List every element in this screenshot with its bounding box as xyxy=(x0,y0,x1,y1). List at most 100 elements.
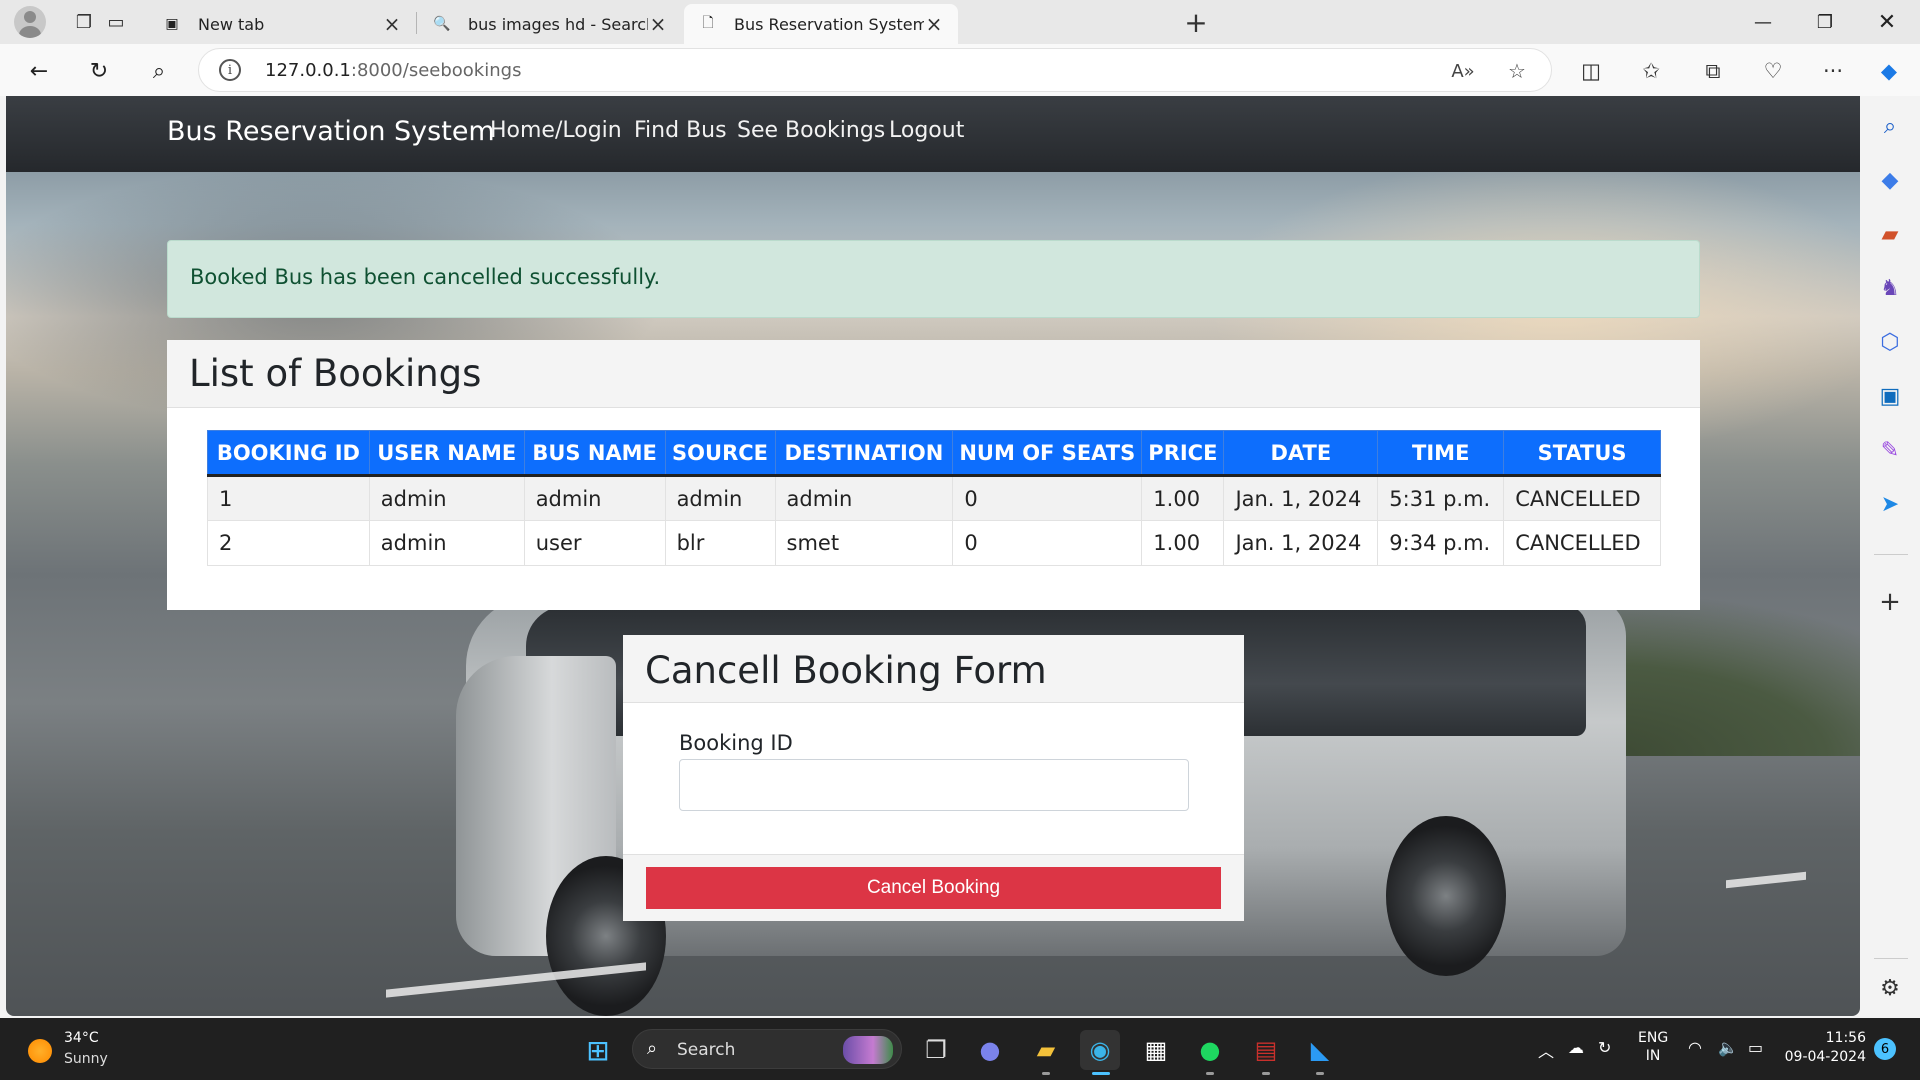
weather-condition[interactable]: Sunny xyxy=(64,1051,108,1067)
table-header-row: BOOKING ID USER NAME BUS NAME SOURCE DES… xyxy=(207,430,1661,476)
success-alert: Booked Bus has been cancelled successful… xyxy=(167,240,1700,318)
collections-icon[interactable]: ⧉ xyxy=(1696,54,1730,88)
notification-badge[interactable]: 6 xyxy=(1874,1038,1896,1060)
profile-avatar-icon[interactable] xyxy=(14,6,46,38)
microsoft-store-icon[interactable]: ▦ xyxy=(1136,1030,1176,1070)
settings-gear-icon[interactable]: ⚙ xyxy=(1874,972,1906,1004)
microsoft-365-icon[interactable]: ⬡ xyxy=(1874,326,1906,358)
taskbar-search-label: Search xyxy=(677,1040,736,1060)
read-aloud-icon[interactable]: A» xyxy=(1449,57,1477,85)
games-icon[interactable]: ♞ xyxy=(1874,272,1906,304)
close-tab-icon[interactable]: × xyxy=(382,12,402,36)
cell-num-of-seats: 0 xyxy=(952,520,1143,566)
favorites-icon[interactable]: ✩ xyxy=(1634,54,1668,88)
table-row: 1 admin admin admin admin 0 1.00 Jan. 1,… xyxy=(207,475,1661,521)
copilot-icon[interactable]: ◆ xyxy=(1872,54,1906,88)
outlook-icon[interactable]: ▣ xyxy=(1874,380,1906,412)
windows-start-icon[interactable]: ⊞ xyxy=(578,1030,618,1070)
address-bar[interactable]: i 127.0.0.1:8000/seebookings A» ☆ xyxy=(198,48,1552,92)
tab-bus-reservation[interactable]: 🗋 Bus Reservation System in Djang × xyxy=(684,4,958,44)
url-text: 127.0.0.1:8000/seebookings xyxy=(265,60,522,81)
browser-essentials-icon[interactable]: ♡ xyxy=(1756,54,1790,88)
column-header: USER NAME xyxy=(368,430,525,476)
wifi-icon[interactable]: ◠ xyxy=(1688,1038,1702,1057)
search-icon[interactable]: ⌕ xyxy=(142,54,176,88)
refresh-icon[interactable]: ↻ xyxy=(82,54,116,88)
weather-sun-icon[interactable] xyxy=(28,1039,52,1063)
more-menu-icon[interactable]: ··· xyxy=(1816,54,1850,88)
taskbar-clock[interactable]: 11:56 09-04-2024 xyxy=(1780,1030,1866,1065)
vscode-icon[interactable]: ◣ xyxy=(1300,1030,1340,1070)
clock-time: 11:56 xyxy=(1825,1030,1866,1046)
cell-price: 1.00 xyxy=(1141,475,1225,521)
split-screen-icon[interactable]: ◫ xyxy=(1574,54,1608,88)
booking-id-input[interactable] xyxy=(679,759,1189,811)
search-icon[interactable]: ⌕ xyxy=(1874,110,1906,142)
search-highlight-icon xyxy=(843,1036,893,1064)
cell-num-of-seats: 0 xyxy=(952,475,1143,521)
cell-date: Jan. 1, 2024 xyxy=(1223,520,1379,566)
designer-icon[interactable]: ✎ xyxy=(1874,434,1906,466)
cancel-booking-button[interactable]: Cancel Booking xyxy=(646,867,1221,909)
winrar-icon[interactable]: ▤ xyxy=(1246,1030,1286,1070)
windows-taskbar: 34°C Sunny ⊞ ⌕ Search ❐ ● ▰ ◉ ▦ ● ▤ ◣ ︿ … xyxy=(0,1018,1920,1080)
cell-user-name: admin xyxy=(368,520,525,566)
document-icon: 🗋 xyxy=(702,15,714,31)
minimize-icon[interactable]: — xyxy=(1732,0,1794,44)
weather-temperature[interactable]: 34°C xyxy=(64,1030,99,1046)
table-row: 2 admin user blr smet 0 1.00 Jan. 1, 202… xyxy=(207,520,1661,566)
file-explorer-icon[interactable]: ▰ xyxy=(1026,1030,1066,1070)
close-tab-icon[interactable]: × xyxy=(648,12,668,36)
task-view-icon[interactable]: ❐ xyxy=(916,1030,956,1070)
cell-bus-name: user xyxy=(523,520,666,566)
nav-see-bookings[interactable]: See Bookings xyxy=(737,118,885,143)
favorite-star-icon[interactable]: ☆ xyxy=(1503,57,1531,85)
nav-logout[interactable]: Logout xyxy=(889,118,964,143)
alert-message: Booked Bus has been cancelled successful… xyxy=(190,265,661,289)
onedrive-cloud-icon[interactable]: ☁ xyxy=(1568,1038,1584,1057)
cell-user-name: admin xyxy=(368,475,525,521)
region-code: IN xyxy=(1645,1048,1661,1064)
volume-icon[interactable]: 🔈 xyxy=(1718,1038,1738,1057)
tab-bus-images-search[interactable]: 🔍 bus images hd - Search × xyxy=(418,4,682,44)
edge-browser-icon[interactable]: ◉ xyxy=(1080,1030,1120,1070)
nav-find-bus[interactable]: Find Bus xyxy=(634,118,727,143)
tray-overflow-chevron-icon[interactable]: ︿ xyxy=(1538,1038,1554,1062)
booking-id-label: Booking ID xyxy=(679,731,793,755)
add-plus-icon[interactable]: + xyxy=(1874,586,1906,618)
shopping-tag-icon[interactable]: ◆ xyxy=(1874,164,1906,196)
teams-chat-icon[interactable]: ● xyxy=(970,1030,1010,1070)
site-info-icon[interactable]: i xyxy=(219,59,241,81)
battery-icon[interactable]: ▭ xyxy=(1748,1038,1763,1057)
cell-status: CANCELLED xyxy=(1503,475,1661,521)
restore-icon[interactable]: ❐ xyxy=(1794,0,1856,44)
site-navbar: Bus Reservation System Home/Login Find B… xyxy=(6,96,1860,172)
browser-tab-bar: ❐ ▭ ▣ New tab × 🔍 bus images hd - Search… xyxy=(0,0,1920,44)
sync-icon[interactable]: ↻ xyxy=(1598,1038,1611,1057)
clock-date: 09-04-2024 xyxy=(1784,1049,1866,1065)
taskbar-search-box[interactable]: ⌕ Search xyxy=(632,1029,902,1069)
tab-new-tab[interactable]: ▣ New tab × xyxy=(148,4,416,44)
language-indicator[interactable]: ENG IN xyxy=(1638,1030,1668,1064)
column-header: DESTINATION xyxy=(774,430,954,476)
tools-briefcase-icon[interactable]: ▰ xyxy=(1874,218,1906,250)
close-window-icon[interactable]: ✕ xyxy=(1856,0,1918,44)
cancel-card-footer: Cancel Booking xyxy=(623,854,1244,921)
cell-source: blr xyxy=(664,520,776,566)
bookings-table: BOOKING ID USER NAME BUS NAME SOURCE DES… xyxy=(207,430,1661,566)
search-icon: 🔍 xyxy=(433,16,451,32)
spotify-icon[interactable]: ● xyxy=(1190,1030,1230,1070)
new-tab-page-icon: ▣ xyxy=(165,16,179,32)
tab-actions-icon[interactable]: ▭ xyxy=(100,6,132,38)
column-header: TIME xyxy=(1377,430,1505,476)
cell-destination: admin xyxy=(774,475,954,521)
back-arrow-icon[interactable]: ← xyxy=(22,54,56,88)
new-tab-plus-icon[interactable]: + xyxy=(1180,6,1212,39)
workspaces-icon[interactable]: ❐ xyxy=(68,6,100,38)
cancel-booking-card: Cancell Booking Form Booking ID Cancel B… xyxy=(623,635,1244,921)
nav-home-login[interactable]: Home/Login xyxy=(490,118,622,143)
site-brand[interactable]: Bus Reservation System xyxy=(167,116,495,147)
send-icon[interactable]: ➤ xyxy=(1874,488,1906,520)
close-tab-icon[interactable]: × xyxy=(924,12,944,36)
cell-date: Jan. 1, 2024 xyxy=(1223,475,1379,521)
